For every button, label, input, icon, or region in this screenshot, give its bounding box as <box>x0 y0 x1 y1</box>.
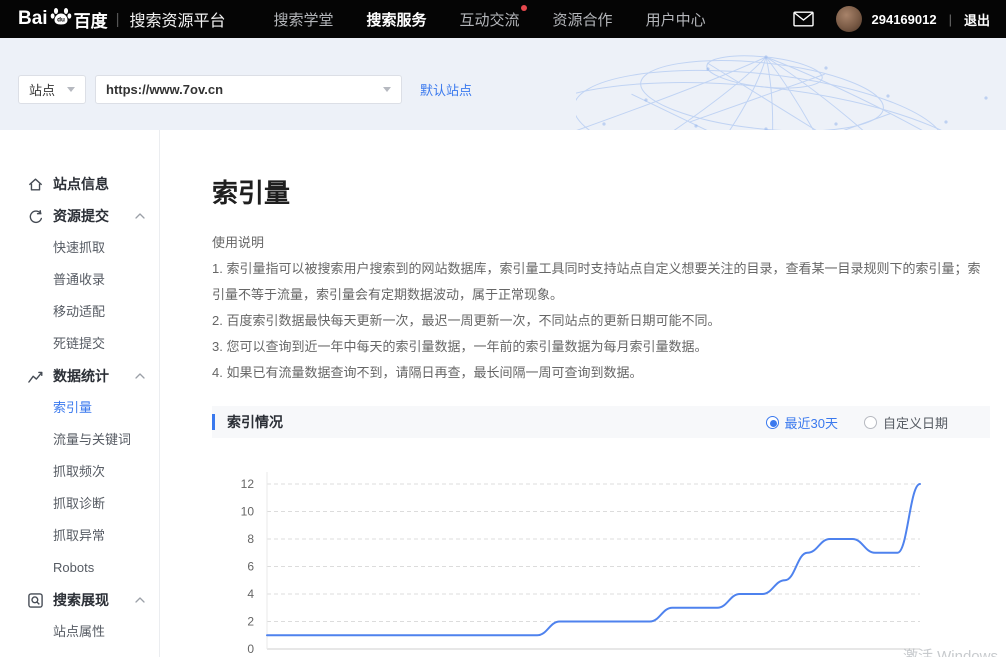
default-site-link[interactable]: 默认站点 <box>420 80 472 99</box>
user-avatar[interactable] <box>836 6 862 32</box>
sidebar-group-站点信息[interactable]: 站点信息 <box>0 168 159 200</box>
page-body: 站点信息资源提交快速抓取普通收录移动适配死链提交数据统计索引量流量与关键词抓取频… <box>0 130 1006 657</box>
sidebar-group-label: 数据统计 <box>53 366 135 386</box>
sidebar-item-抓取频次[interactable]: 抓取频次 <box>0 456 159 488</box>
radio-自定义日期[interactable]: 自定义日期 <box>864 413 948 432</box>
panel-title: 索引情况 <box>227 412 740 432</box>
chevron-down-icon <box>383 87 391 92</box>
svg-text:8: 8 <box>247 532 254 546</box>
main-content: 索引量 使用说明 1. 索引量指可以被搜索用户搜索到的网站数据库，索引量工具同时… <box>160 130 1006 657</box>
baidu-logo-cn: 百度 <box>74 7 108 32</box>
svg-text:12: 12 <box>241 477 255 491</box>
topbar-right: 294169012 | 退出 <box>793 6 990 32</box>
top-navigation: 搜索学堂 搜索服务 互动交流 资源合作 用户中心 <box>274 9 793 30</box>
sidebar: 站点信息资源提交快速抓取普通收录移动适配死链提交数据统计索引量流量与关键词抓取频… <box>0 130 160 657</box>
nav-item-用户中心[interactable]: 用户中心 <box>646 9 706 30</box>
sidebar-item-普通收录[interactable]: 普通收录 <box>0 264 159 296</box>
sidebar-group-label: 资源提交 <box>53 206 135 226</box>
sidebar-group-数据统计[interactable]: 数据统计 <box>0 360 159 392</box>
topbar: Bai du 百度 | 搜索资源平台 搜索学堂 搜索服务 互动交流 资源合作 用户中心 <box>0 0 1006 38</box>
chevron-up-icon <box>135 213 145 219</box>
sidebar-item-抓取异常[interactable]: 抓取异常 <box>0 520 159 552</box>
chevron-down-icon <box>67 87 75 92</box>
sidebar-item-Robots[interactable]: Robots <box>0 552 159 584</box>
panel-accent-bar <box>212 414 215 430</box>
index-panel-header: 索引情况 最近30天 自定义日期 <box>212 406 990 438</box>
sidebar-item-移动适配[interactable]: 移动适配 <box>0 296 159 328</box>
site-selector-row: 站点 https://www.7ov.cn 默认站点 <box>18 75 472 104</box>
sidebar-item-流量与关键词[interactable]: 流量与关键词 <box>0 424 159 456</box>
submit-icon <box>27 208 44 225</box>
globe-decoration <box>576 38 1006 130</box>
nav-item-资源合作[interactable]: 资源合作 <box>553 9 613 30</box>
nav-item-搜索学堂[interactable]: 搜索学堂 <box>274 9 334 30</box>
usage-line-1: 1. 索引量指可以被搜索用户搜索到的网站数据库，索引量工具同时支持站点自定义想要… <box>212 256 990 308</box>
radio-label: 最近30天 <box>785 413 838 432</box>
svg-text:0: 0 <box>247 642 254 656</box>
baidu-logo[interactable]: Bai du 百度 <box>18 5 108 34</box>
usage-title: 使用说明 <box>212 232 990 251</box>
logout-link[interactable]: 退出 <box>964 10 990 29</box>
mail-icon[interactable] <box>793 11 814 27</box>
stats-icon <box>27 368 44 385</box>
page-title: 索引量 <box>212 173 990 210</box>
sidebar-group-label: 搜索展现 <box>53 590 135 610</box>
sidebar-item-索引量[interactable]: 索引量 <box>0 392 159 424</box>
sidebar-item-死链提交[interactable]: 死链提交 <box>0 328 159 360</box>
svg-text:2: 2 <box>247 615 254 629</box>
notification-dot-icon <box>521 5 527 11</box>
site-url-select[interactable]: https://www.7ov.cn <box>95 75 402 104</box>
search-icon <box>27 592 44 609</box>
radio-最近30天[interactable]: 最近30天 <box>766 413 838 432</box>
usage-line-2: 2. 百度索引数据最快每天更新一次，最迟一周更新一次，不同站点的更新日期可能不同… <box>212 308 990 334</box>
svg-text:4: 4 <box>247 587 254 601</box>
product-name[interactable]: 搜索资源平台 <box>129 7 225 31</box>
nav-item-互动交流[interactable]: 互动交流 <box>460 9 520 30</box>
chevron-up-icon <box>135 373 145 379</box>
site-url-value: https://www.7ov.cn <box>106 82 223 97</box>
sidebar-group-label: 站点信息 <box>53 174 145 194</box>
sidebar-item-快速抓取[interactable]: 快速抓取 <box>0 232 159 264</box>
sidebar-group-搜索展现[interactable]: 搜索展现 <box>0 584 159 616</box>
nav-item-搜索服务[interactable]: 搜索服务 <box>367 9 427 30</box>
topbar-separator: | <box>949 12 952 27</box>
svg-text:10: 10 <box>241 505 255 519</box>
usage-notes: 使用说明 1. 索引量指可以被搜索用户搜索到的网站数据库，索引量工具同时支持站点… <box>212 232 990 386</box>
usage-line-4: 4. 如果已有流量数据查询不到，请隔日再查，最长间隔一周可查询到数据。 <box>212 360 990 386</box>
sidebar-item-抓取诊断[interactable]: 抓取诊断 <box>0 488 159 520</box>
site-type-label: 站点 <box>29 80 55 99</box>
logo-divider: | <box>116 11 120 28</box>
radio-circle-icon <box>864 416 877 429</box>
index-chart: 0246810122025-09-142025-09-172025-09-202… <box>212 448 990 657</box>
home-icon <box>27 176 44 193</box>
user-id: 294169012 <box>872 12 937 27</box>
svg-text:du: du <box>57 16 65 23</box>
sidebar-group-资源提交[interactable]: 资源提交 <box>0 200 159 232</box>
svg-text:6: 6 <box>247 560 254 574</box>
chevron-up-icon <box>135 597 145 603</box>
line-chart-canvas: 0246810122025-09-142025-09-172025-09-202… <box>212 448 990 657</box>
radio-circle-icon <box>766 416 779 429</box>
sidebar-item-站点属性[interactable]: 站点属性 <box>0 616 159 648</box>
baidu-paw-icon: du <box>49 4 73 33</box>
usage-line-3: 3. 您可以查询到近一年中每天的索引量数据，一年前的索引量数据为每月索引量数据。 <box>212 334 990 360</box>
date-range-radios: 最近30天 自定义日期 <box>740 413 948 432</box>
site-banner: 站点 https://www.7ov.cn 默认站点 <box>0 38 1006 130</box>
baidu-logo-latin: Bai <box>18 8 48 30</box>
radio-label: 自定义日期 <box>883 413 948 432</box>
site-type-select[interactable]: 站点 <box>18 75 86 104</box>
